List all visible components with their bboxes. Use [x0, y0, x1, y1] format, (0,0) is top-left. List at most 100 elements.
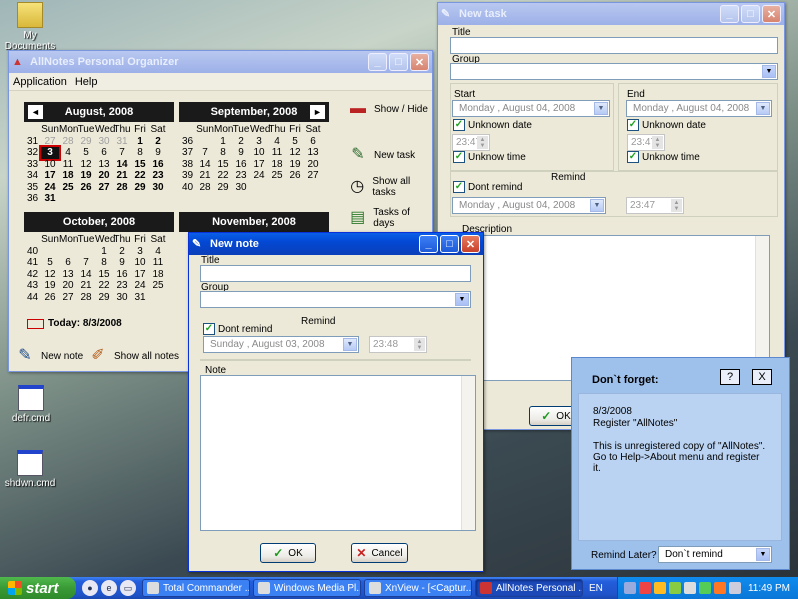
calendar-day[interactable]: 22 [214, 170, 232, 182]
calendar-day[interactable]: 15 [95, 269, 113, 281]
task-remind-time-input[interactable]: 23:47 ▲ ▼ [626, 197, 684, 214]
calendar-day[interactable]: 27 [59, 292, 77, 304]
end-unknown-time-checkbox[interactable]: ✓ Unknow time [627, 151, 700, 163]
calendar-day[interactable]: 19 [286, 159, 304, 171]
calendar-day[interactable]: 5 [286, 136, 304, 148]
calendar-day[interactable]: 25 [268, 170, 286, 182]
calendar-day[interactable]: 14 [113, 159, 131, 171]
task-dont-remind-checkbox[interactable]: ✓ Dont remind [453, 181, 522, 193]
calendar-day[interactable]: 22 [131, 170, 149, 182]
minimize-button[interactable]: _ [419, 235, 438, 253]
start-unknown-date-checkbox[interactable]: ✓ Unknown date [453, 119, 532, 131]
calendar-day[interactable]: 20 [304, 159, 322, 171]
note-dont-remind-checkbox[interactable]: ✓ Dont remind [203, 323, 272, 335]
calendar-day[interactable]: 4 [59, 147, 77, 159]
calendar-day[interactable]: 12 [286, 147, 304, 159]
tray-icon[interactable] [623, 582, 636, 594]
show-all-notes-button[interactable]: ✐ Show all notes [86, 345, 179, 367]
calendar-day[interactable]: 1 [214, 136, 232, 148]
calendar-day[interactable]: 11 [149, 257, 167, 269]
tray-icon[interactable] [668, 582, 681, 594]
calendar-day[interactable]: 3 [250, 136, 268, 148]
calendar-day[interactable]: 22 [95, 280, 113, 292]
calendar-day[interactable]: 1 [95, 246, 113, 258]
task-group-select[interactable]: ▼ [450, 63, 778, 80]
tray-icon[interactable] [683, 582, 696, 594]
task-remind-date-picker[interactable]: Monday , August 04, 2008 ▼ [452, 197, 606, 214]
calendar-day[interactable]: 21 [196, 170, 214, 182]
close-button[interactable]: ✕ [410, 53, 429, 71]
calendar-day[interactable]: 2 [113, 246, 131, 258]
calendar-day[interactable]: 23 [113, 280, 131, 292]
calendar-day[interactable]: 9 [232, 147, 250, 159]
calendar-day[interactable]: 4 [268, 136, 286, 148]
calendar-day[interactable]: 2 [149, 136, 167, 148]
remind-later-select[interactable]: Don`t remind ▼ [658, 546, 772, 563]
calendar-day[interactable]: 18 [59, 170, 77, 182]
new-note-button[interactable]: ✎ New note [13, 345, 83, 367]
calendar-day[interactable]: 27 [95, 182, 113, 194]
calendar-day[interactable]: 26 [41, 292, 59, 304]
calendar-day[interactable]: 28 [77, 292, 95, 304]
start-time-input[interactable]: 23:47 ▲ ▼ [452, 134, 490, 151]
calendar-day[interactable]: 17 [41, 170, 59, 182]
calendar-day[interactable]: 31 [41, 193, 59, 205]
calendar-day[interactable]: 13 [304, 147, 322, 159]
calendar-day[interactable]: 3 [39, 145, 61, 161]
calendar-day[interactable]: 15 [131, 159, 149, 171]
end-date-picker[interactable]: Monday , August 04, 2008 ▼ [626, 100, 772, 117]
speaker-icon[interactable] [728, 582, 741, 594]
calendar-day[interactable]: 21 [77, 280, 95, 292]
minimize-button[interactable]: _ [368, 53, 387, 71]
maximize-button[interactable]: □ [440, 235, 459, 253]
calendar-day[interactable]: 17 [131, 269, 149, 281]
tasks-of-days-button[interactable]: ▤ Tasks of days [346, 207, 432, 229]
calendar-day[interactable]: 28 [196, 182, 214, 194]
task-windows-media[interactable]: Windows Media Pl... [253, 579, 361, 597]
maximize-button[interactable]: □ [741, 5, 760, 23]
tray-icon[interactable] [713, 582, 726, 594]
calendar-day[interactable]: 19 [41, 280, 59, 292]
calendar-day[interactable]: 26 [286, 170, 304, 182]
help-button[interactable]: ? [720, 369, 740, 385]
calendar-day[interactable]: 6 [304, 136, 322, 148]
organizer-titlebar[interactable]: ▲ AllNotes Personal Organizer _ □ ✕ [9, 51, 432, 73]
calendar-day[interactable]: 6 [59, 257, 77, 269]
calendar-day[interactable]: 25 [149, 280, 167, 292]
calendar-day[interactable]: 20 [59, 280, 77, 292]
calendar-day[interactable]: 3 [131, 246, 149, 258]
calendar-day[interactable]: 8 [214, 147, 232, 159]
scrollbar[interactable] [461, 376, 475, 530]
calendar-day[interactable]: 14 [196, 159, 214, 171]
tray-icon[interactable] [698, 582, 711, 594]
calendar-day[interactable]: 13 [59, 269, 77, 281]
calendar-day[interactable]: 12 [41, 269, 59, 281]
note-ok-button[interactable]: ✓ OK [260, 543, 316, 563]
calendar-day[interactable]: 14 [77, 269, 95, 281]
minimize-button[interactable]: _ [720, 5, 739, 23]
calendar-day[interactable]: 23 [149, 170, 167, 182]
calendar-day[interactable]: 7 [77, 257, 95, 269]
new-task-titlebar[interactable]: ✎ New task _ □ ✕ [438, 3, 784, 25]
calendar-day[interactable]: 6 [95, 147, 113, 159]
end-time-input[interactable]: 23:47 ▲ ▼ [627, 134, 665, 151]
calendar-day[interactable]: 30 [232, 182, 250, 194]
calendar-day[interactable]: 29 [214, 182, 232, 194]
desktop-icon-my-documents[interactable]: My Documents [0, 2, 60, 52]
calendar-day[interactable]: 12 [77, 159, 95, 171]
maximize-button[interactable]: □ [389, 53, 408, 71]
calendar-day[interactable]: 28 [113, 182, 131, 194]
task-title-input[interactable] [450, 37, 778, 54]
new-task-button[interactable]: ✎ New task [346, 144, 415, 166]
clock[interactable]: 11:49 PM [748, 583, 790, 594]
calendar-day[interactable]: 23 [232, 170, 250, 182]
calendar-day[interactable]: 11 [268, 147, 286, 159]
calendar-day[interactable]: 24 [131, 280, 149, 292]
calendar-day[interactable]: 8 [131, 147, 149, 159]
calendar-day[interactable]: 2 [232, 136, 250, 148]
calendar-day[interactable]: 16 [113, 269, 131, 281]
show-all-tasks-button[interactable]: ◷ Show all tasks [346, 176, 432, 198]
tray-icon[interactable] [638, 582, 651, 594]
calendar-day[interactable]: 15 [214, 159, 232, 171]
calendar-day[interactable]: 9 [113, 257, 131, 269]
